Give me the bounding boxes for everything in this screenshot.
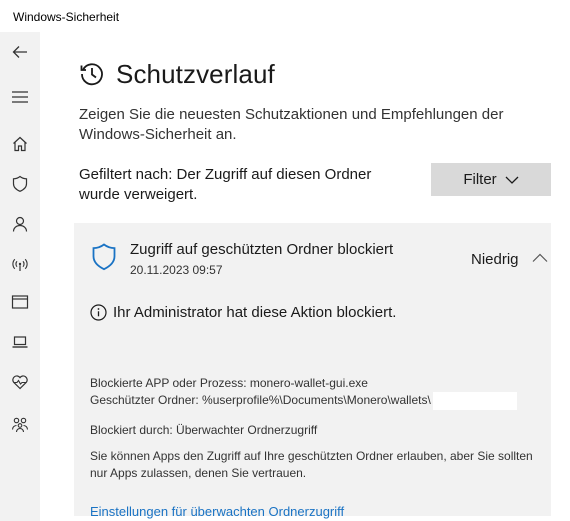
explanation-text: Sie können Apps den Zugriff auf Ihre ges… [90, 449, 533, 480]
filter-status-text: Gefiltert nach: Der Zugriff auf diesen O… [79, 166, 372, 203]
sidebar-item-device-security[interactable] [0, 324, 40, 360]
protection-event-card: Zugriff auf geschützten Ordner blockiert… [74, 223, 551, 519]
protected-folder-text: Geschützter Ordner: %userprofile%\Docume… [90, 393, 431, 408]
home-icon [13, 136, 27, 152]
main-content: Schutzverlauf Zeigen Sie die neuesten Sc… [40, 32, 570, 521]
app-browser-icon [11, 295, 29, 309]
sidebar [0, 32, 40, 521]
sidebar-item-home[interactable] [0, 126, 40, 162]
collapse-button[interactable] [529, 249, 551, 267]
chevron-up-icon [532, 253, 548, 262]
severity-label: Niedrig [471, 251, 519, 268]
wireless-icon [12, 258, 28, 271]
title-bar: Windows-Sicherheit [0, 0, 570, 32]
controlled-folder-access-settings-link[interactable]: Einstellungen für überwachten Ordnerzugr… [90, 504, 344, 519]
sidebar-item-app-browser-control[interactable] [0, 284, 40, 320]
event-title: Zugriff auf geschützten Ordner blockiert [130, 241, 394, 258]
history-icon [80, 63, 103, 86]
protected-folder-row: Geschützter Ordner: %userprofile%\Docume… [90, 392, 517, 410]
back-arrow-icon [12, 46, 27, 58]
shield-icon [92, 243, 116, 271]
event-timestamp: 20.11.2023 09:57 [130, 263, 223, 277]
redacted-area [432, 392, 517, 410]
sidebar-item-firewall[interactable] [0, 246, 40, 282]
page-description: Zeigen Sie die neuesten Schutzaktionen u… [79, 106, 504, 143]
sidebar-item-family-options[interactable] [0, 406, 40, 442]
menu-button[interactable] [0, 79, 40, 115]
page-header: Schutzverlauf [78, 58, 275, 90]
window-title: Windows-Sicherheit [13, 10, 120, 24]
shield-icon [12, 175, 28, 192]
person-icon [12, 216, 28, 232]
blocked-app-text: Blockierte APP oder Prozess: monero-wall… [90, 376, 368, 390]
admin-info-row: Ihr Administrator hat diese Aktion block… [90, 304, 396, 321]
hamburger-menu-icon [12, 91, 28, 103]
card-header[interactable]: Zugriff auf geschützten Ordner blockiert… [74, 223, 551, 287]
page-title: Schutzverlauf [116, 58, 275, 89]
sidebar-item-account-protection[interactable] [0, 206, 40, 242]
chevron-down-icon [505, 176, 519, 184]
sidebar-item-virus-protection[interactable] [0, 166, 40, 202]
blocked-by-text: Blockiert durch: Überwachter Ordnerzugri… [90, 423, 318, 437]
laptop-icon [12, 336, 28, 348]
info-icon [90, 304, 107, 321]
family-icon [11, 417, 29, 433]
sidebar-item-device-performance[interactable] [0, 364, 40, 400]
heart-pulse-icon [12, 375, 28, 390]
back-button[interactable] [0, 34, 40, 70]
admin-info-text: Ihr Administrator hat diese Aktion block… [113, 304, 397, 321]
filter-button-label: Filter [463, 171, 497, 188]
filter-button[interactable]: Filter [431, 163, 551, 196]
